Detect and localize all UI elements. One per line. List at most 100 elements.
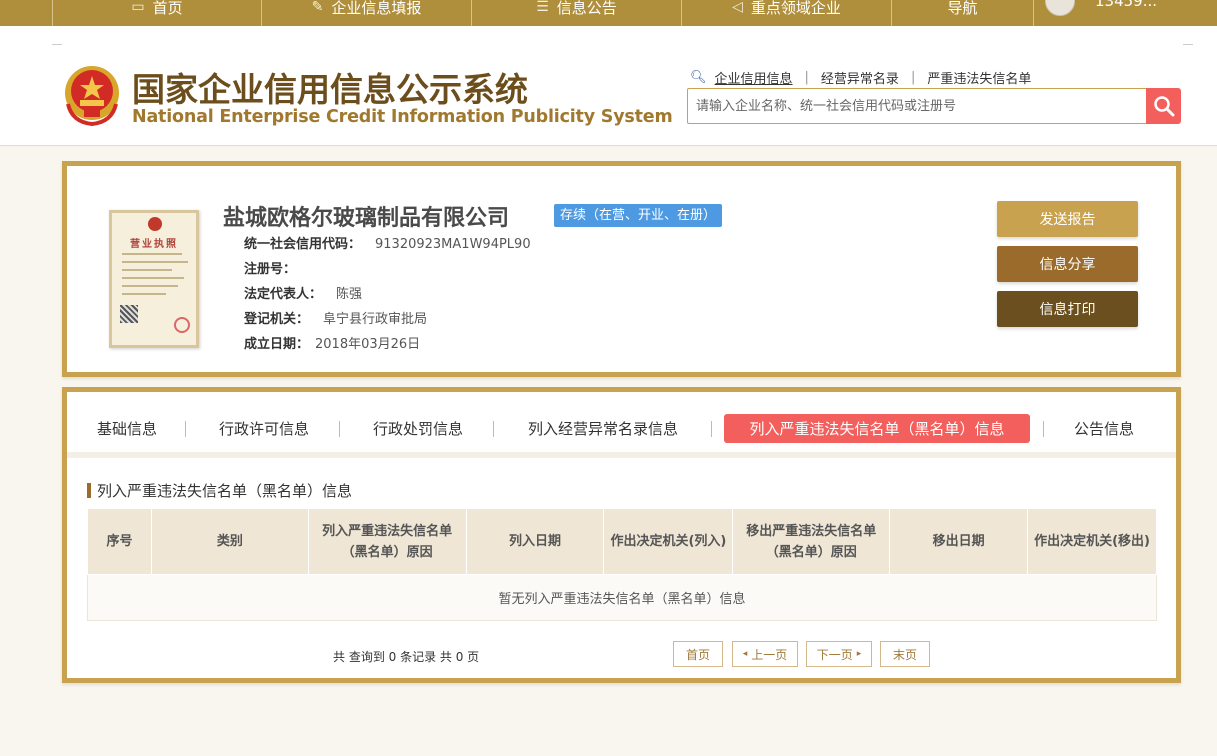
table-header-row: 序号 类别 列入严重违法失信名单（黑名单）原因 列入日期 作出决定机关(列入) … bbox=[87, 508, 1157, 575]
avatar bbox=[1045, 0, 1075, 16]
search-icon bbox=[1153, 96, 1174, 117]
tab-abnormal-list[interactable]: 列入经营异常名录信息 bbox=[515, 414, 691, 443]
status-badge: 存续（在营、开业、在册） bbox=[554, 204, 723, 227]
info-label: 统一社会信用代码： bbox=[244, 237, 362, 252]
search-icon: 🔍︎ bbox=[690, 69, 707, 85]
tab-separator bbox=[711, 421, 712, 437]
column-header: 作出决定机关(列入) bbox=[603, 508, 734, 575]
nav-enterprise-report-label: 企业信息填报 bbox=[331, 0, 422, 17]
section-title-bar bbox=[87, 483, 91, 498]
search-button[interactable] bbox=[1146, 88, 1181, 124]
license-line bbox=[122, 293, 166, 295]
separator: | bbox=[804, 69, 809, 85]
license-line bbox=[122, 253, 182, 255]
column-header: 列入日期 bbox=[465, 508, 605, 575]
column-header: 作出决定机关(移出) bbox=[1027, 508, 1157, 575]
column-header: 移出严重违法失信名单（黑名单）原因 bbox=[732, 508, 891, 575]
nav-guide[interactable]: 导航 bbox=[892, 0, 1034, 26]
info-established-date: 成立日期： 2018年03月26日 bbox=[244, 333, 420, 352]
prev-page-button[interactable]: ◂ 上一页 bbox=[732, 641, 798, 667]
tab-divider bbox=[67, 452, 1176, 458]
search-input[interactable] bbox=[688, 89, 1147, 123]
quick-link-blacklist[interactable]: 严重违法失信名单 bbox=[927, 68, 1031, 87]
first-page-button[interactable]: 首页 bbox=[673, 641, 723, 667]
separator: | bbox=[910, 69, 916, 85]
info-label: 成立日期： bbox=[244, 337, 310, 352]
pagination-summary: 共 查询到 0 条记录 共 0 页 bbox=[333, 650, 480, 664]
share-info-button[interactable]: 信息分享 bbox=[997, 246, 1138, 282]
username: 13459... bbox=[1095, 0, 1158, 10]
nav-key-enterprises-label: 重点领域企业 bbox=[750, 0, 841, 17]
national-emblem-icon bbox=[65, 66, 119, 126]
info-label: 法定代表人： bbox=[244, 287, 323, 302]
tab-blacklist[interactable]: 列入严重违法失信名单（黑名单）信息 bbox=[724, 414, 1030, 443]
column-header: 类别 bbox=[150, 508, 309, 575]
column-header: 列入严重违法失信名单（黑名单）原因 bbox=[307, 508, 467, 575]
nav-announcements-label: 信息公告 bbox=[556, 0, 617, 17]
nav-enterprise-report[interactable]: ✎ 企业信息填报 bbox=[262, 0, 472, 26]
license-line bbox=[122, 261, 188, 263]
table-row: 暂无列入严重违法失信名单（黑名单）信息 bbox=[87, 574, 1157, 621]
license-seal bbox=[148, 217, 162, 231]
last-page-button[interactable]: 末页 bbox=[880, 641, 930, 667]
document-icon: ☰ bbox=[536, 0, 549, 15]
business-license-image[interactable]: 营业执照 bbox=[109, 210, 199, 348]
prev-page-label: 上一页 bbox=[751, 647, 788, 662]
section-title-text: 列入严重违法失信名单（黑名单）信息 bbox=[97, 482, 353, 500]
info-label: 登记机关： bbox=[244, 312, 310, 327]
nav-announcements[interactable]: ☰ 信息公告 bbox=[472, 0, 682, 26]
info-value: 91320923MA1W94PL90 bbox=[375, 237, 531, 252]
header-corner-mark bbox=[1183, 44, 1193, 45]
search-box bbox=[687, 88, 1147, 124]
chevron-right-icon: ▸ bbox=[856, 649, 862, 659]
user-menu[interactable]: 13459... bbox=[1035, 0, 1217, 26]
tab-separator bbox=[493, 421, 494, 437]
info-credit-code: 统一社会信用代码： 91320923MA1W94PL90 bbox=[244, 233, 531, 252]
tab-announcements[interactable]: 公告信息 bbox=[1063, 414, 1145, 443]
qr-code-icon bbox=[120, 305, 138, 323]
info-label: 注册号： bbox=[244, 262, 297, 277]
next-page-label: 下一页 bbox=[816, 647, 853, 662]
column-header: 移出日期 bbox=[889, 508, 1029, 575]
info-reg-authority: 登记机关： 阜宁县行政审批局 bbox=[244, 308, 427, 327]
nav-key-enterprises[interactable]: ◁ 重点领域企业 bbox=[682, 0, 892, 26]
megaphone-icon: ◁ bbox=[732, 0, 743, 15]
quick-link-credit-info[interactable]: 企业信用信息 bbox=[715, 68, 793, 87]
license-line bbox=[122, 277, 184, 279]
nav-home-label: 首页 bbox=[152, 0, 183, 17]
nav-home[interactable]: ▭ 首页 bbox=[52, 0, 262, 26]
section-title: 列入严重违法失信名单（黑名单）信息 bbox=[87, 480, 352, 501]
license-title: 营业执照 bbox=[130, 239, 178, 250]
quick-link-abnormal-list[interactable]: 经营异常名录 bbox=[821, 68, 899, 87]
info-legal-rep: 法定代表人： 陈强 bbox=[244, 283, 362, 302]
company-name: 盐城欧格尔玻璃制品有限公司 bbox=[223, 206, 510, 231]
tab-admin-license[interactable]: 行政许可信息 bbox=[207, 414, 321, 443]
tab-basic-info[interactable]: 基础信息 bbox=[87, 414, 167, 443]
tab-separator bbox=[339, 421, 340, 437]
tab-admin-penalty[interactable]: 行政处罚信息 bbox=[361, 414, 475, 443]
empty-message: 暂无列入严重违法失信名单（黑名单）信息 bbox=[87, 574, 1157, 621]
blacklist-table: 序号 类别 列入严重违法失信名单（黑名单）原因 列入日期 作出决定机关(列入) … bbox=[87, 508, 1157, 621]
nav-guide-label: 导航 bbox=[947, 0, 978, 17]
info-reg-number: 注册号： bbox=[244, 258, 310, 277]
company-info-panel: 营业执照 盐城欧格尔玻璃制品有限公司 存续（在营、开业、在册） 统一社会信用代码… bbox=[62, 161, 1181, 377]
info-value: 陈强 bbox=[336, 287, 363, 302]
home-icon: ▭ bbox=[131, 0, 145, 15]
site-title: 国家企业信用信息公示系统 bbox=[132, 70, 528, 109]
records-panel: 基础信息 行政许可信息 行政处罚信息 列入经营异常名录信息 列入严重违法失信名单… bbox=[62, 387, 1181, 683]
stamp-icon bbox=[174, 317, 190, 333]
tab-separator bbox=[1043, 421, 1044, 437]
tab-separator bbox=[185, 421, 186, 437]
send-report-button[interactable]: 发送报告 bbox=[997, 201, 1138, 237]
top-nav: ▭ 首页 ✎ 企业信息填报 ☰ 信息公告 ◁ 重点领域企业 导航 13459... bbox=[0, 0, 1217, 26]
info-value: 阜宁县行政审批局 bbox=[323, 312, 428, 327]
license-line bbox=[122, 285, 178, 287]
site-subtitle: National Enterprise Credit Information P… bbox=[132, 107, 673, 127]
info-value: 2018年03月26日 bbox=[315, 337, 421, 352]
print-info-button[interactable]: 信息打印 bbox=[997, 291, 1138, 327]
column-header: 序号 bbox=[87, 508, 152, 575]
next-page-button[interactable]: 下一页 ▸ bbox=[806, 641, 872, 667]
chevron-left-icon: ◂ bbox=[742, 649, 748, 659]
header-corner-mark bbox=[52, 44, 62, 45]
tab-bar: 基础信息 行政许可信息 行政处罚信息 列入经营异常名录信息 列入严重违法失信名单… bbox=[67, 408, 1176, 448]
